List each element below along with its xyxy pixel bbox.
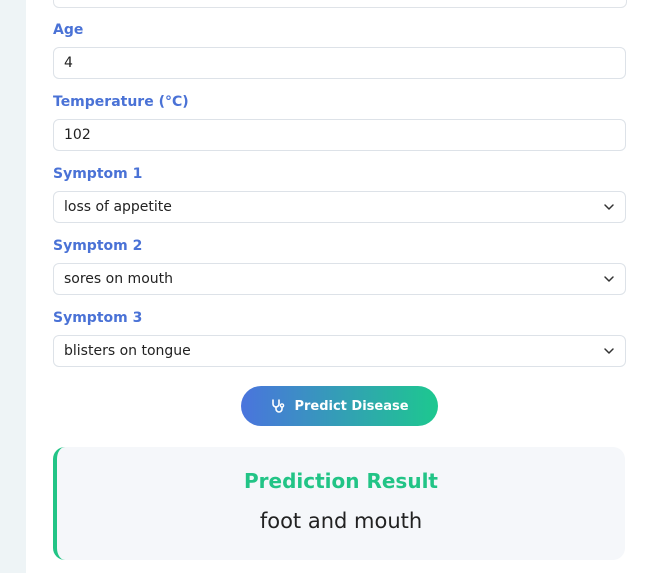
symptom3-label: Symptom 3 [53, 310, 143, 326]
prediction-result-panel: Prediction Result foot and mouth [53, 447, 625, 560]
predict-disease-button[interactable]: Predict Disease [241, 386, 438, 426]
symptom3-select[interactable]: blisters on tongue [53, 335, 626, 367]
age-value: 4 [64, 55, 73, 71]
result-title: Prediction Result [244, 469, 438, 493]
stethoscope-icon [272, 399, 285, 413]
symptom1-select[interactable]: loss of appetite [53, 191, 626, 223]
prediction-form-card: Age 4 Temperature (°C) 102 Symptom 1 los… [26, 0, 654, 573]
symptom1-label: Symptom 1 [53, 166, 143, 182]
temperature-label: Temperature (°C) [53, 94, 189, 110]
symptom1-value: loss of appetite [64, 199, 172, 215]
chevron-down-icon [604, 348, 614, 354]
symptom3-value: blisters on tongue [64, 343, 191, 359]
chevron-down-icon [604, 276, 614, 282]
symptom2-select[interactable]: sores on mouth [53, 263, 626, 295]
previous-field[interactable] [53, 0, 627, 8]
age-label: Age [53, 22, 84, 38]
chevron-down-icon [604, 204, 614, 210]
result-value: foot and mouth [259, 509, 423, 533]
age-input[interactable]: 4 [53, 47, 626, 79]
symptom2-value: sores on mouth [64, 271, 173, 287]
temperature-value: 102 [64, 127, 91, 143]
symptom2-label: Symptom 2 [53, 238, 143, 254]
predict-button-label: Predict Disease [294, 398, 409, 414]
temperature-input[interactable]: 102 [53, 119, 626, 151]
